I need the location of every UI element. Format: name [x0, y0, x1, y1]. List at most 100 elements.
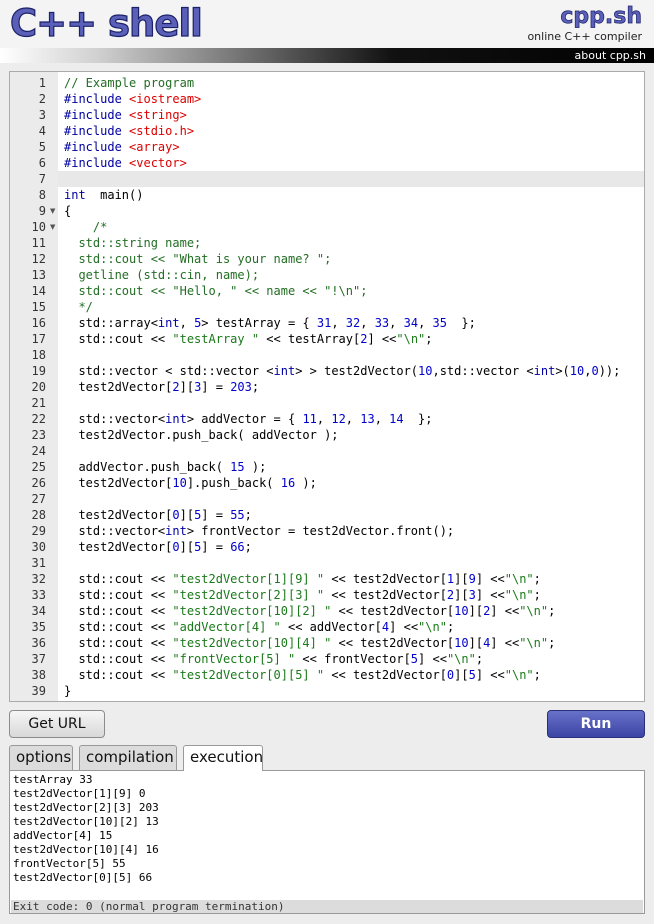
- code-token: 32: [345, 316, 361, 330]
- code-token: ;: [548, 604, 556, 618]
- code-token: "test2dVector[10][2] ": [172, 604, 332, 618]
- code-token: 203: [230, 380, 252, 394]
- code-token: 16: [280, 476, 296, 490]
- code-token: ,: [374, 412, 390, 426]
- code-token: 10: [172, 476, 187, 490]
- tab-options[interactable]: options: [9, 745, 73, 770]
- code-token: std::array<: [64, 316, 158, 330]
- code-token: "test2dVector[1][9] ": [172, 572, 325, 586]
- line-number: 27: [31, 492, 46, 506]
- code-token: ;: [475, 652, 484, 666]
- line-number: 15: [31, 300, 46, 314]
- get-url-button[interactable]: Get URL: [9, 710, 105, 738]
- code-token: ] <<: [475, 572, 505, 586]
- code-token: std::vector<: [64, 524, 166, 538]
- code-token: ][: [468, 604, 484, 618]
- code-token: 13: [360, 412, 375, 426]
- code-token: 11: [302, 412, 317, 426]
- line-number: 37: [31, 652, 46, 666]
- code-line: #include <string>: [64, 107, 187, 123]
- output-line: test2dVector[1][9] 0: [13, 787, 146, 800]
- line-number: 8: [38, 188, 46, 202]
- output-panel: testArray 33 test2dVector[1][9] 0 test2dVe…: [9, 770, 645, 914]
- code-line: #include <vector>: [64, 155, 187, 171]
- code-line: }: [64, 683, 71, 699]
- code-line: std::cout << "test2dVector[2][3] " << te…: [64, 587, 540, 603]
- code-line: std::cout << "test2dVector[10][4] " << t…: [64, 635, 555, 651]
- code-line: /*: [64, 219, 107, 235]
- code-token: ,: [345, 412, 361, 426]
- code-token: std::cout <<: [64, 604, 173, 618]
- brand-link[interactable]: cpp.sh: [560, 4, 642, 30]
- code-token: << frontVector[: [295, 652, 411, 666]
- code-line: std::cout << "testArray " << testArray[2…: [64, 331, 432, 347]
- code-token: << testArray[: [259, 332, 361, 346]
- code-token: >(: [555, 364, 570, 378]
- code-token: 34: [403, 316, 419, 330]
- output-line: frontVector[5] 55: [13, 857, 126, 870]
- code-editor[interactable]: 1 2 3 4 5 6 7 8 9 ▼ 10 ▼ 11 12 13 14 15 16 17 18 19 20 21 22 23 2…: [9, 71, 645, 702]
- code-token: ] =: [201, 508, 231, 522]
- code-token: int: [165, 524, 187, 538]
- code-token: main(): [85, 188, 144, 202]
- code-token: std::vector<: [64, 412, 166, 426]
- code-token: << test2dVector[: [331, 636, 455, 650]
- code-token: test2dVector[: [64, 540, 173, 554]
- code-token: ][: [454, 668, 469, 682]
- tagline: online C++ compiler: [527, 30, 642, 43]
- line-number: 3: [38, 108, 46, 122]
- line-number: 13: [31, 268, 46, 282]
- line-number: 5: [38, 140, 46, 154]
- code-token: ] <<: [475, 588, 505, 602]
- header: C++ shell cpp.sh online C++ compiler: [0, 0, 654, 48]
- code-token: int: [165, 412, 187, 426]
- code-token: #include: [64, 124, 130, 138]
- code-token: #include: [64, 108, 130, 122]
- line-number: 28: [31, 508, 46, 522]
- line-number: 19: [31, 364, 46, 378]
- about-link[interactable]: about cpp.sh: [575, 49, 646, 62]
- code-token: 2: [172, 380, 180, 394]
- code-token: "\n": [504, 588, 534, 602]
- code-token: 0: [172, 540, 180, 554]
- code-token: 35: [432, 316, 447, 330]
- code-token: 33: [374, 316, 390, 330]
- line-number: 35: [31, 620, 46, 634]
- code-token: 10: [418, 364, 433, 378]
- line-number: 24: [31, 444, 46, 458]
- code-token: // Example program: [64, 76, 195, 90]
- code-token: };: [403, 412, 433, 426]
- code-token: ;: [244, 540, 252, 554]
- run-button[interactable]: Run: [547, 710, 645, 738]
- line-number: 36: [31, 636, 46, 650]
- code-token: ][: [179, 508, 195, 522]
- code-token: 3: [468, 588, 476, 602]
- fold-arrow-icon[interactable]: ▼: [50, 219, 55, 235]
- tab-compilation[interactable]: compilation: [79, 745, 177, 770]
- code-token: "\n": [504, 572, 534, 586]
- code-token: <stdio.h>: [129, 124, 195, 138]
- code-token: ][: [454, 572, 469, 586]
- line-number: 25: [31, 460, 46, 474]
- line-number: 32: [31, 572, 46, 586]
- code-token: 12: [331, 412, 346, 426]
- line-number: 6: [38, 156, 46, 170]
- code-token: << test2dVector[: [324, 588, 447, 602]
- code-token: ] <<: [475, 668, 505, 682]
- code-token: };: [446, 316, 476, 330]
- tab-execution[interactable]: execution: [183, 745, 263, 771]
- code-token: 31: [316, 316, 332, 330]
- code-token: std::cout <<: [64, 332, 173, 346]
- code-token: ].push_back(: [186, 476, 281, 490]
- code-token: ] <<: [418, 652, 447, 666]
- code-token: std::string name;: [64, 236, 202, 250]
- line-number: 22: [31, 412, 46, 426]
- code-line: */: [64, 299, 92, 315]
- code-token: std::cout <<: [64, 652, 173, 666]
- code-line: std::cout << "test2dVector[10][2] " << t…: [64, 603, 555, 619]
- code-token: 10: [569, 364, 585, 378]
- code-token: <string>: [129, 108, 187, 122]
- code-token: "\n": [418, 620, 447, 634]
- fold-arrow-icon[interactable]: ▼: [50, 203, 55, 219]
- code-token: ;: [446, 620, 455, 634]
